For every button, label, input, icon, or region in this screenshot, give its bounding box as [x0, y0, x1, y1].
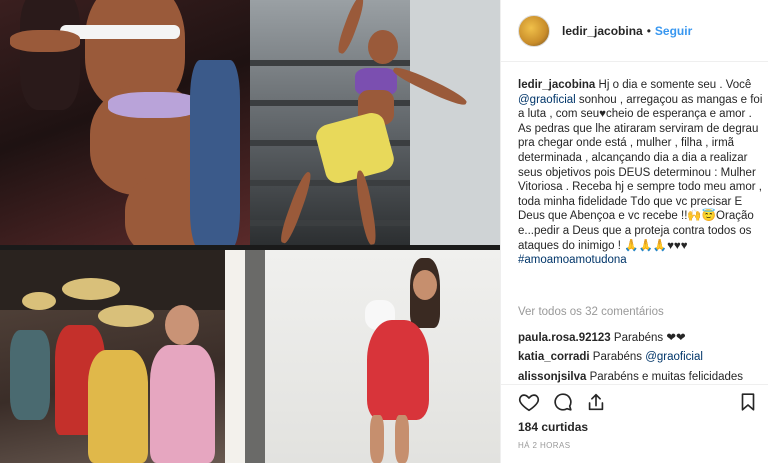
bookmark-icon[interactable]: [737, 391, 759, 413]
view-all-comments-link[interactable]: Ver todos os 32 comentários: [518, 306, 664, 318]
comment-item: katia_corradi Parabéns @graoficial: [518, 351, 703, 363]
comment-item: alissonjsilva Parabéns e muitas felicida…: [518, 371, 743, 383]
follow-button[interactable]: Seguir: [655, 24, 692, 38]
author-username[interactable]: ledir_jacobina: [562, 24, 643, 38]
post-header: ledir_jacobina • Seguir: [501, 0, 768, 62]
comment-text: Parabéns: [589, 351, 646, 363]
heart-icon[interactable]: [518, 391, 540, 413]
photo-stairs-pose: [250, 0, 500, 245]
photo-children-costumes: [0, 250, 245, 463]
comment-text: Parabéns e muitas felicidades: [586, 371, 744, 383]
author-avatar[interactable]: [518, 14, 550, 47]
caption-text-part1: Hj o dia e somente seu . Você: [598, 79, 752, 91]
comment-username[interactable]: katia_corradi: [518, 351, 590, 363]
share-icon[interactable]: [585, 391, 607, 413]
comment-mention[interactable]: @graoficial: [645, 351, 703, 363]
action-bar: [501, 384, 768, 418]
caption-mention[interactable]: @graoficial: [518, 94, 576, 106]
comment-username[interactable]: alissonjsilva: [518, 371, 586, 383]
caption-hashtag[interactable]: #amoamoamotudona: [518, 254, 627, 266]
likes-count[interactable]: 184 curtidas: [518, 420, 588, 434]
header-separator: •: [646, 23, 651, 38]
comment-username[interactable]: paula.rosa.92123: [518, 332, 611, 344]
post-image-collage[interactable]: [0, 0, 500, 463]
post-timestamp[interactable]: HÁ 2 HORAS: [518, 441, 570, 450]
photo-red-dress: [245, 250, 500, 463]
comment-icon[interactable]: [552, 391, 574, 413]
post-caption: ledir_jacobina Hj o dia e somente seu . …: [518, 78, 763, 268]
comment-item: paula.rosa.92123 Parabéns ❤❤: [518, 330, 686, 344]
caption-username[interactable]: ledir_jacobina: [518, 79, 595, 91]
instagram-post: ledir_jacobina • Seguir ledir_jacobina H…: [0, 0, 768, 463]
post-details-panel: ledir_jacobina • Seguir ledir_jacobina H…: [500, 0, 768, 463]
photo-bikini-back: [0, 0, 250, 245]
caption-text-part2: sonhou , arregaçou as mangas e foi a lut…: [518, 93, 763, 252]
comment-text: Parabéns ❤❤: [610, 332, 686, 344]
